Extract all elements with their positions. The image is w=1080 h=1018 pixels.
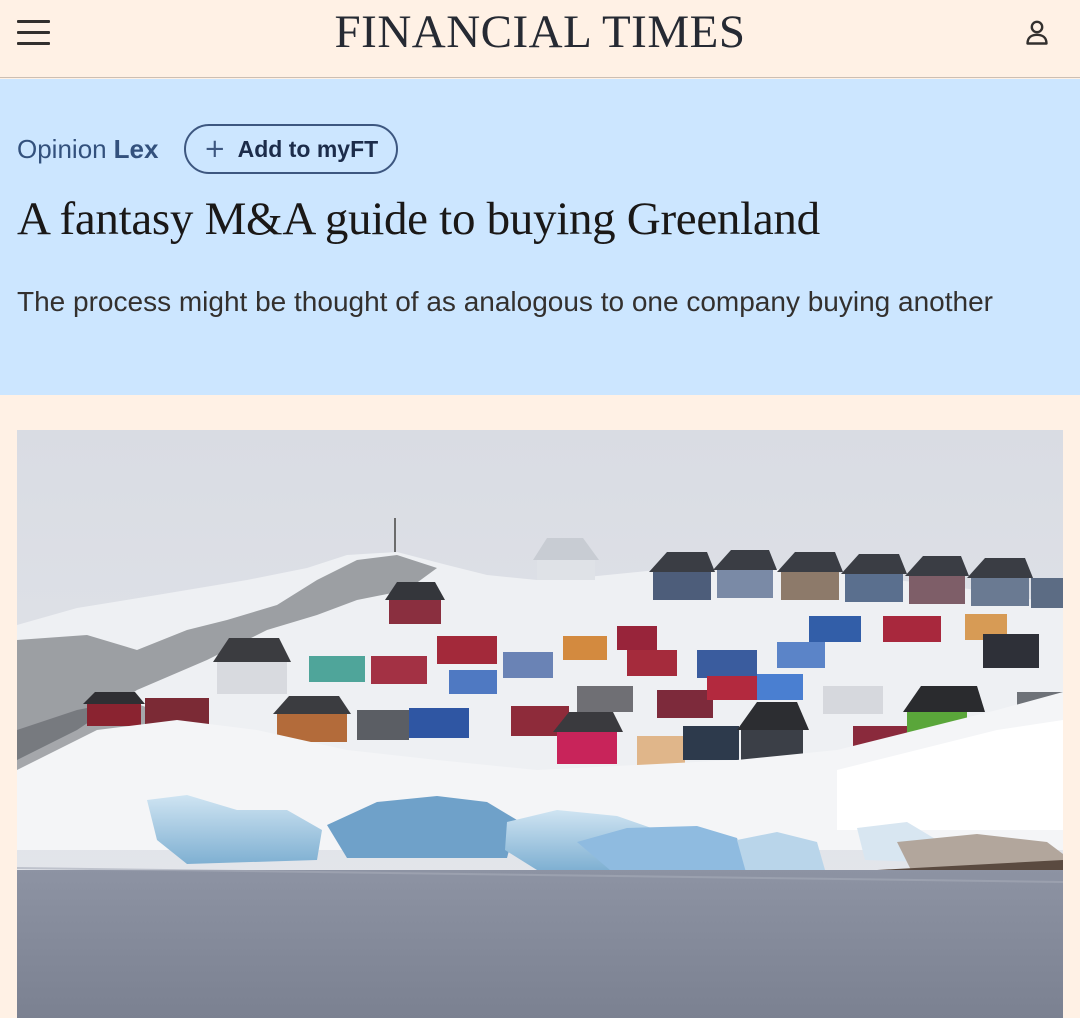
menu-bar (17, 20, 50, 23)
article-hero-image (17, 430, 1063, 1018)
article-headline: A fantasy M&A guide to buying Greenland (17, 193, 820, 245)
article-standfirst: The process might be thought of as analo… (17, 286, 993, 317)
hamburger-menu-icon[interactable] (17, 17, 51, 47)
masthead-logo-wrapper: FINANCIAL TIMES (0, 6, 1080, 58)
greenland-town-photo (17, 430, 1063, 1018)
menu-bar (17, 31, 50, 34)
plus-icon: + (203, 134, 226, 164)
user-account-icon[interactable] (1020, 16, 1054, 50)
menu-bar (17, 42, 50, 45)
masthead-logo[interactable]: FINANCIAL TIMES (335, 6, 746, 58)
lex-series-link[interactable]: Lex (114, 134, 159, 165)
user-account-icon-svg (1026, 20, 1048, 45)
add-to-myft-label: Add to myFT (237, 135, 379, 162)
opinion-topic-link[interactable]: Opinion (17, 134, 107, 165)
site-header: FINANCIAL TIMES (0, 0, 1080, 78)
topic-line: Opinion Lex (17, 124, 158, 174)
add-to-myft-button[interactable]: + Add to myFT (184, 124, 398, 174)
